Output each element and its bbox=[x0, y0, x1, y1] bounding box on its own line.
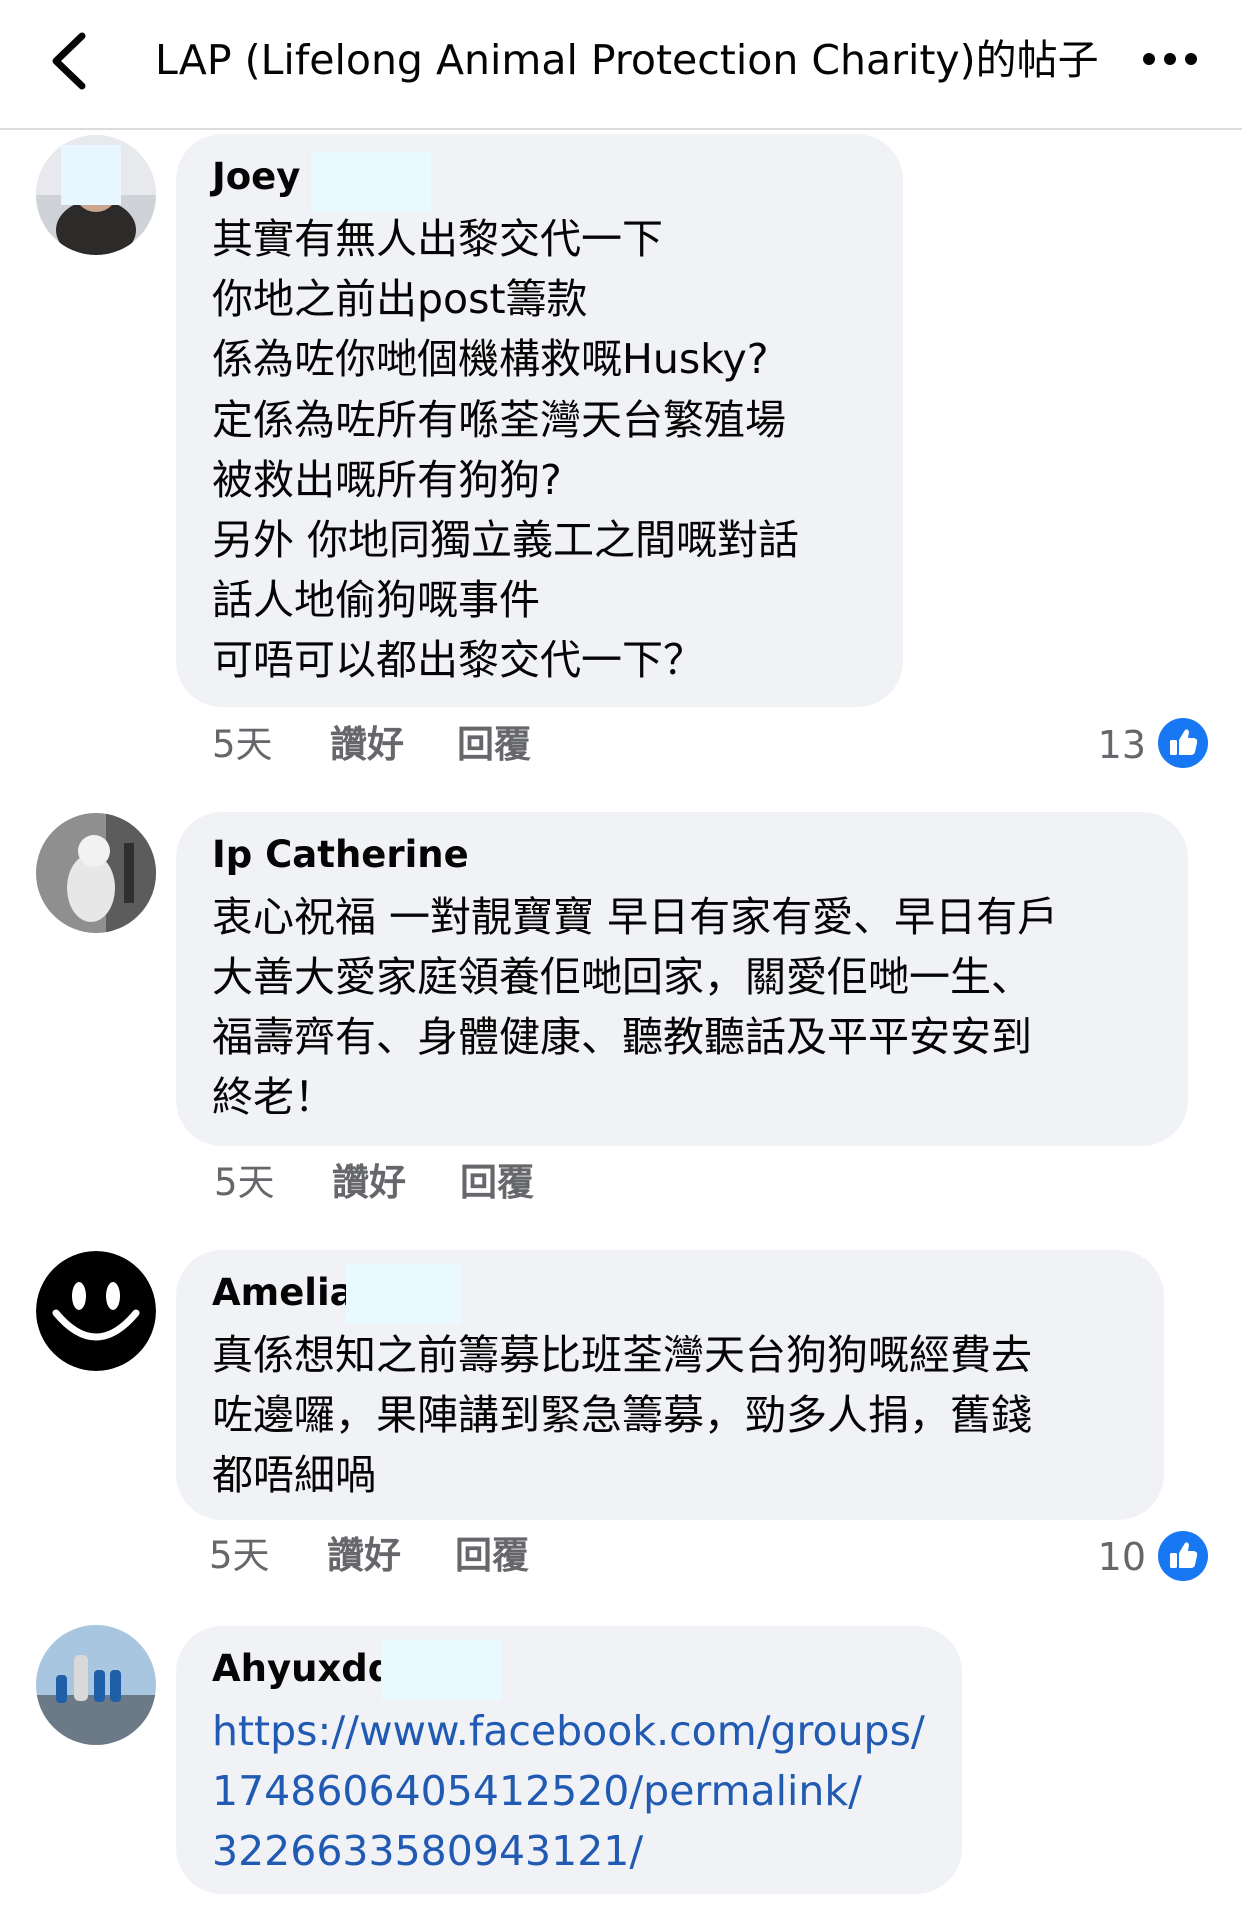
top-bar: LAP (Lifelong Animal Protection Charity)… bbox=[0, 0, 1242, 130]
comment-line: 福壽齊有、身體健康、聽教聽話及平平安安到 bbox=[212, 1013, 1032, 1061]
comment-line: 可唔可以都出黎交代一下？ bbox=[212, 636, 704, 684]
reaction-count[interactable]: 10 bbox=[1066, 1532, 1146, 1582]
thumbs-up-icon bbox=[1157, 1530, 1209, 1582]
comment-line: 衷心祝福 一對靚寶寶 早日有家有愛、早日有戶 bbox=[212, 893, 1059, 941]
avatar[interactable] bbox=[36, 1625, 156, 1745]
more-options-icon[interactable] bbox=[1140, 44, 1200, 74]
avatar[interactable] bbox=[36, 813, 156, 933]
comment-bubble: Joey 其實有無人出黎交代一下 你地之前出post籌款 係為咗你哋個機構救嘅H… bbox=[176, 134, 903, 707]
comment-line: 終老！ bbox=[212, 1073, 335, 1121]
reply-button[interactable]: 回覆 bbox=[457, 720, 531, 770]
redacted-name bbox=[381, 1640, 501, 1700]
avatar[interactable] bbox=[36, 1251, 156, 1371]
comment-line: 定係為咗所有喺荃灣天台繁殖場 bbox=[212, 396, 786, 444]
reaction-count[interactable]: 13 bbox=[1066, 720, 1146, 770]
comment-link[interactable]: https://www.facebook.com/groups/ bbox=[212, 1701, 925, 1761]
comment-author[interactable]: Ahyuxdd bbox=[212, 1644, 394, 1694]
comment-line: 咗邊囉，果陣講到緊急籌募，勁多人捐，舊錢 bbox=[212, 1391, 1032, 1439]
comment-line: 另外 你地同獨立義工之間嘅對話 bbox=[212, 516, 800, 564]
comment-line: 大善大愛家庭領養佢哋回家，關愛佢哋一生、 bbox=[212, 953, 1032, 1001]
avatar[interactable] bbox=[36, 135, 156, 255]
comment-line: 真係想知之前籌募比班荃灣天台狗狗嘅經費去 bbox=[212, 1331, 1032, 1379]
comment-line: 話人地偷狗嘅事件 bbox=[212, 576, 540, 624]
comment-line: 你地之前出post籌款 bbox=[212, 275, 588, 323]
comment-line: 被救出嘅所有狗狗? bbox=[212, 456, 562, 504]
reply-button[interactable]: 回覆 bbox=[460, 1158, 534, 1208]
like-button[interactable]: 讚好 bbox=[330, 720, 404, 770]
comment-line: 係為咗你哋個機構救嘅Husky? bbox=[212, 335, 769, 383]
comment-time: 5天 bbox=[209, 1534, 270, 1577]
thumbs-up-icon bbox=[1157, 717, 1209, 769]
comment-bubble: Ahyuxdd https://www.facebook.com/groups/… bbox=[176, 1626, 962, 1894]
comment-author[interactable]: Ip Catherine bbox=[212, 830, 469, 880]
like-button[interactable]: 讚好 bbox=[332, 1158, 406, 1208]
comment-bubble: Ip Catherine 衷心祝福 一對靚寶寶 早日有家有愛、早日有戶 大善大愛… bbox=[176, 812, 1188, 1146]
like-button[interactable]: 讚好 bbox=[327, 1531, 401, 1581]
comment-link[interactable]: 3226633580943121/ bbox=[212, 1821, 643, 1881]
reply-button[interactable]: 回覆 bbox=[455, 1531, 529, 1581]
comment-line: 其實有無人出黎交代一下 bbox=[212, 215, 663, 263]
comment-line: 都唔細喎 bbox=[212, 1451, 376, 1499]
redacted-name bbox=[346, 1264, 461, 1324]
comment-bubble: Amelia 真係想知之前籌募比班荃灣天台狗狗嘅經費去 咗邊囉，果陣講到緊急籌募… bbox=[176, 1250, 1164, 1520]
comment-author[interactable]: Amelia bbox=[212, 1268, 355, 1318]
redacted-name bbox=[311, 152, 431, 212]
comment-time: 5天 bbox=[214, 1161, 275, 1204]
comment-link[interactable]: 1748606405412520/permalink/ bbox=[212, 1761, 862, 1821]
back-arrow-icon[interactable] bbox=[42, 28, 102, 94]
page-title: LAP (Lifelong Animal Protection Charity)… bbox=[155, 36, 1099, 84]
comment-author[interactable]: Joey bbox=[212, 152, 300, 202]
comment-time: 5天 bbox=[212, 723, 273, 766]
